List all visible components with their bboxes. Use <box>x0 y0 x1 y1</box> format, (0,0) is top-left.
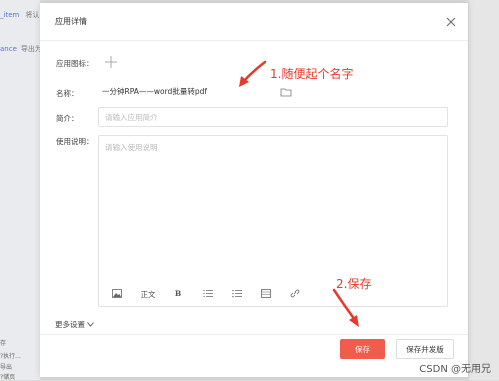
background-sidebar <box>0 0 40 380</box>
table-icon[interactable] <box>260 289 272 301</box>
background-item-1: _item 将认 <box>0 11 40 19</box>
add-icon[interactable] <box>102 53 120 71</box>
brief-label: 简介： <box>56 114 79 123</box>
annotation-save-note: 2.保存 <box>336 277 372 291</box>
background-bottom-item: ?执行... <box>0 353 21 360</box>
close-icon[interactable] <box>444 15 458 29</box>
watermark: CSDN @无用兄 <box>419 364 491 375</box>
brief-input[interactable] <box>98 107 448 127</box>
editor-toolbar: 正文 B <box>99 284 447 306</box>
chevron-down-icon <box>87 320 95 329</box>
name-field[interactable]: 一分钟RPA——word批量转pdf <box>98 83 297 101</box>
image-icon[interactable] <box>111 289 123 301</box>
background-item-2: ance 导出为 <box>0 45 42 53</box>
background-bottom-item: 存 <box>0 340 7 347</box>
background-bottom-item: 导出 <box>0 364 13 371</box>
text-style-select[interactable]: 正文 <box>137 289 159 301</box>
dialog-title: 应用详情 <box>55 17 87 26</box>
app-details-dialog: 应用详情 应用图标： 名称： 一分钟RPA——word批量转pdf 简介： 使用… <box>40 3 468 377</box>
annotation-name-note: 1.随便起个名字 <box>270 67 354 81</box>
footer-divider <box>40 334 468 335</box>
instructions-editor[interactable]: 请输入使用说明 正文 B <box>98 135 448 307</box>
more-settings-toggle[interactable]: 更多设置 <box>55 319 95 330</box>
instructions-label: 使用说明： <box>56 137 94 146</box>
ordered-list-icon[interactable] <box>202 289 214 301</box>
icon-label: 应用图标： <box>56 59 94 68</box>
bullet-list-icon[interactable] <box>231 289 243 301</box>
folder-icon[interactable] <box>280 87 292 97</box>
background-right-panel <box>469 0 499 380</box>
name-label: 名称： <box>56 89 79 98</box>
instructions-placeholder: 请输入使用说明 <box>105 143 158 152</box>
link-icon[interactable] <box>289 289 301 301</box>
more-settings-label: 更多设置 <box>55 320 85 329</box>
header-divider <box>40 40 468 41</box>
save-button[interactable]: 保存 <box>340 339 385 359</box>
save-and-publish-button[interactable]: 保存并发版 <box>396 339 454 359</box>
bold-icon[interactable]: B <box>173 289 183 301</box>
